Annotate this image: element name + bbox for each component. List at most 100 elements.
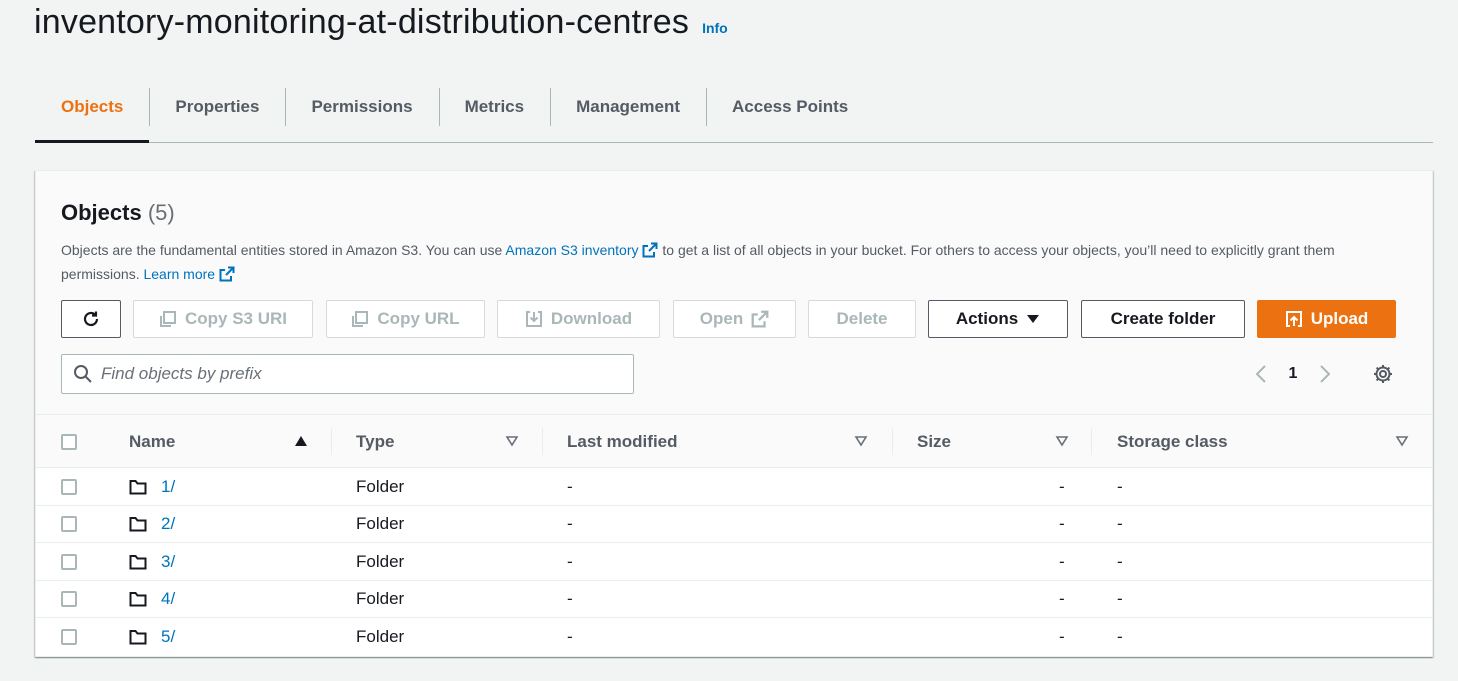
search-icon (74, 365, 92, 383)
row-checkbox[interactable] (61, 478, 77, 495)
column-header-storage-class[interactable]: Storage class (1117, 415, 1228, 468)
copy-url-label: Copy URL (377, 309, 460, 328)
objects-heading-label: Objects (61, 200, 142, 225)
download-label: Download (550, 309, 633, 328)
tab-permissions[interactable]: Permissions (285, 86, 438, 128)
tab-properties[interactable]: Properties (149, 86, 285, 128)
size-cell: - (1059, 626, 1065, 646)
last-modified-cell: - (567, 551, 573, 571)
select-all-checkbox[interactable] (61, 433, 77, 450)
folder-link[interactable]: 1/ (161, 477, 175, 497)
folder-icon (129, 592, 147, 607)
folder-icon (129, 629, 147, 645)
folder-icon (129, 517, 147, 532)
type-cell: Folder (356, 551, 405, 571)
objects-table: Name Type Last modified Size Storage cla… (36, 414, 1432, 656)
column-header-size[interactable]: Size (917, 415, 951, 468)
active-tab-indicator (35, 140, 149, 143)
pagination: 1 (1249, 356, 1395, 392)
objects-description: Objects are the fundamental entities sto… (61, 238, 1401, 286)
row-select-cell (61, 543, 77, 581)
learn-more-link[interactable]: Learn more (143, 266, 235, 282)
type-cell: Folder (356, 626, 405, 646)
delete-button[interactable]: Delete (808, 300, 916, 338)
folder-link[interactable]: 5/ (161, 627, 175, 647)
tab-objects[interactable]: Objects (35, 86, 149, 128)
copy-s3-uri-button[interactable]: Copy S3 URI (133, 300, 313, 338)
description-text-1: Objects are the fundamental entities sto… (61, 242, 506, 258)
row-checkbox[interactable] (61, 628, 77, 645)
column-header-type[interactable]: Type (356, 415, 394, 468)
last-modified-cell: - (567, 476, 573, 496)
row-checkbox[interactable] (61, 553, 77, 570)
sort-ascending-icon[interactable] (294, 435, 308, 447)
size-cell: - (1059, 589, 1065, 609)
column-divider (542, 428, 543, 455)
upload-label: Upload (1310, 309, 1369, 328)
table-row: 1/ Folder - - - (36, 468, 1432, 506)
last-modified-cell: - (567, 589, 573, 609)
folder-link[interactable]: 4/ (161, 589, 175, 609)
search-input[interactable] (101, 364, 601, 384)
table-row: 5/ Folder - - - (36, 618, 1432, 656)
column-header-last-modified[interactable]: Last modified (567, 415, 678, 468)
type-cell: Folder (356, 589, 405, 609)
chevron-left-icon (1255, 365, 1266, 383)
upload-button[interactable]: Upload (1257, 300, 1396, 338)
s3-inventory-link-label: Amazon S3 inventory (505, 242, 639, 258)
copy-url-button[interactable]: Copy URL (326, 300, 485, 338)
objects-count: (5) (147, 200, 175, 225)
row-select-cell (61, 468, 77, 506)
column-divider (1091, 428, 1092, 455)
row-select-cell (61, 506, 77, 544)
create-folder-button[interactable]: Create folder (1081, 300, 1245, 338)
sort-icon[interactable] (854, 435, 868, 447)
sort-icon[interactable] (1395, 435, 1409, 447)
column-divider (892, 428, 893, 455)
table-row: 3/ Folder - - - (36, 543, 1432, 581)
info-link[interactable]: Info (702, 20, 728, 36)
last-modified-cell: - (567, 626, 573, 646)
storage-class-cell: - (1117, 514, 1123, 534)
name-cell: 1/ (129, 468, 175, 506)
next-page-button[interactable] (1313, 362, 1337, 386)
open-button[interactable]: Open (673, 300, 796, 338)
actions-dropdown[interactable]: Actions (928, 300, 1068, 338)
tab-management[interactable]: Management (550, 86, 706, 128)
preferences-button[interactable] (1371, 362, 1395, 386)
storage-class-cell: - (1117, 476, 1123, 496)
external-link-icon (751, 310, 769, 328)
table-header: Name Type Last modified Size Storage cla… (36, 415, 1432, 468)
refresh-icon (83, 311, 99, 327)
type-cell: Folder (356, 476, 405, 496)
sort-icon[interactable] (1055, 435, 1069, 447)
gear-icon (1374, 365, 1392, 383)
bucket-tabs: Objects Properties Permissions Metrics M… (35, 86, 1433, 143)
copy-s3-uri-label: Copy S3 URI (184, 309, 288, 328)
size-cell: - (1059, 514, 1065, 534)
page-number[interactable]: 1 (1273, 365, 1313, 383)
s3-inventory-link[interactable]: Amazon S3 inventory (505, 242, 658, 258)
name-cell: 3/ (129, 543, 175, 581)
size-cell: - (1059, 551, 1065, 571)
download-button[interactable]: Download (497, 300, 660, 338)
name-cell: 4/ (129, 581, 175, 619)
open-label: Open (699, 309, 744, 328)
row-checkbox[interactable] (61, 591, 77, 608)
row-checkbox[interactable] (61, 516, 77, 533)
folder-link[interactable]: 3/ (161, 552, 175, 572)
copy-icon (352, 311, 369, 327)
folder-icon (129, 479, 147, 495)
storage-class-cell: - (1117, 589, 1123, 609)
previous-page-button[interactable] (1249, 362, 1273, 386)
refresh-button[interactable] (61, 300, 121, 338)
sort-icon[interactable] (505, 435, 519, 447)
page-header: inventory-monitoring-at-distribution-cen… (34, 0, 728, 44)
tab-metrics[interactable]: Metrics (438, 86, 551, 128)
upload-icon (1285, 311, 1302, 327)
tab-access-points[interactable]: Access Points (706, 86, 874, 128)
create-folder-label: Create folder (1110, 309, 1216, 328)
row-select-cell (61, 581, 77, 619)
folder-link[interactable]: 2/ (161, 514, 175, 534)
column-header-name[interactable]: Name (129, 415, 175, 468)
